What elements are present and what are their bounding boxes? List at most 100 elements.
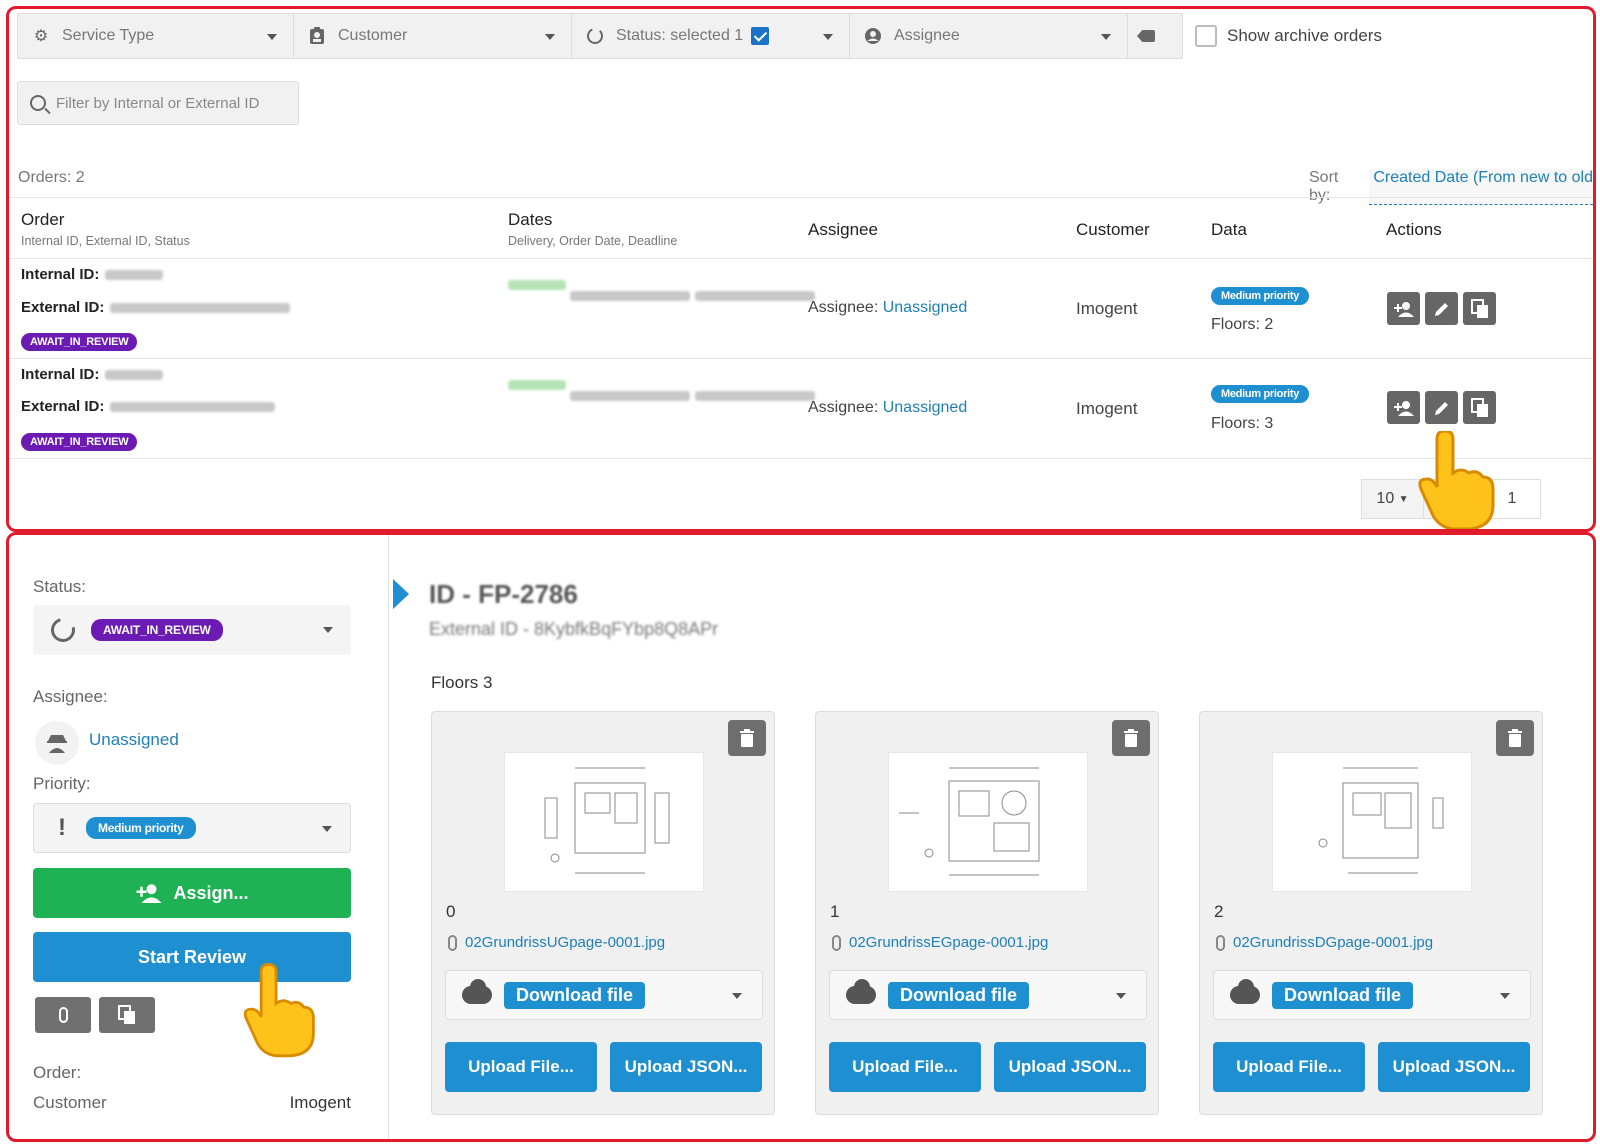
upload-file-button[interactable]: Upload File... xyxy=(1213,1042,1365,1092)
attach-button[interactable] xyxy=(35,997,91,1033)
chevron-down-icon xyxy=(1101,34,1111,40)
status-select[interactable]: AWAIT_IN_REVIEW xyxy=(33,605,351,655)
upload-file-button[interactable]: Upload File... xyxy=(829,1042,981,1092)
col-actions: Actions xyxy=(1386,220,1442,239)
chevron-down-icon xyxy=(823,34,833,40)
floor-file-link[interactable]: 02GrundrissUGpage-0001.jpg xyxy=(448,934,665,951)
upload-json-button[interactable]: Upload JSON... xyxy=(610,1042,762,1092)
cloud-download-icon xyxy=(462,979,492,1004)
floors-count: Floors: 3 xyxy=(1211,415,1274,432)
filter-bar: ⚙ Service Type Customer Status: selected… xyxy=(17,13,1183,59)
pencil-icon xyxy=(1434,302,1448,316)
orders-list-panel: ⚙ Service Type Customer Status: selected… xyxy=(6,6,1596,532)
chevron-down-icon xyxy=(1500,993,1510,999)
delete-floor-button[interactable] xyxy=(728,720,766,756)
upload-file-button[interactable]: Upload File... xyxy=(445,1042,597,1092)
floorplan-thumbnail[interactable] xyxy=(504,752,704,892)
assignee-link[interactable]: Unassigned xyxy=(883,299,968,316)
user-circle-icon xyxy=(864,27,882,45)
add-user-icon xyxy=(1393,301,1414,317)
redacted-text xyxy=(508,379,566,390)
col-assignee: Assignee xyxy=(808,220,878,239)
paperclip-icon xyxy=(58,1007,68,1023)
priority-select[interactable]: ! Medium priority xyxy=(33,803,351,853)
trash-icon xyxy=(740,729,754,747)
cloud-download-icon xyxy=(846,979,876,1004)
table-row[interactable]: Internal ID: External ID: AWAIT_IN_REVIE… xyxy=(9,260,1593,359)
priority-label: Priority: xyxy=(33,774,91,793)
gear-icon: ⚙ xyxy=(33,28,49,45)
order-sidebar: Status: AWAIT_IN_REVIEW Assignee: Unassi… xyxy=(9,535,389,1139)
customer-filter[interactable]: Customer xyxy=(294,14,572,58)
table-header: Order Internal ID, External ID, Status D… xyxy=(9,197,1593,259)
copy-icon xyxy=(1470,397,1488,417)
priority-badge: Medium priority xyxy=(86,817,196,839)
paperclip-icon xyxy=(448,934,457,951)
assignee-link[interactable]: Unassigned xyxy=(883,399,968,416)
floor-file-link[interactable]: 02GrundrissEGpage-0001.jpg xyxy=(832,934,1048,951)
redacted-text xyxy=(694,391,815,401)
assignee-link[interactable]: Unassigned xyxy=(89,730,179,750)
floorplan-thumbnail[interactable] xyxy=(1272,752,1472,892)
chevron-down-icon xyxy=(322,826,332,832)
assign-user-button[interactable] xyxy=(1387,292,1420,325)
spinner-icon xyxy=(46,613,80,647)
archive-checkbox[interactable] xyxy=(1195,25,1217,47)
edit-button[interactable] xyxy=(1425,292,1458,325)
download-file-select[interactable]: Download file xyxy=(829,970,1147,1020)
floor-index: 1 xyxy=(830,902,840,921)
checkbox-checked-icon xyxy=(751,27,770,45)
download-file-select[interactable]: Download file xyxy=(445,970,763,1020)
redacted-text xyxy=(570,391,691,401)
search-input[interactable] xyxy=(56,94,286,112)
copy-button[interactable] xyxy=(1463,391,1496,424)
customer-cell: Imogent xyxy=(1076,299,1138,318)
floor-index: 2 xyxy=(1214,902,1224,921)
col-data: Data xyxy=(1211,220,1247,239)
delete-floor-button[interactable] xyxy=(1112,720,1150,756)
spinner-icon xyxy=(586,27,604,45)
download-file-select[interactable]: Download file xyxy=(1213,970,1531,1020)
table-row[interactable]: Internal ID: External ID: AWAIT_IN_REVIE… xyxy=(9,360,1593,459)
floor-card: 2 02GrundrissDGpage-0001.jpg Download fi… xyxy=(1199,711,1543,1115)
show-archive-toggle[interactable]: Show archive orders xyxy=(1195,25,1382,47)
copy-button[interactable] xyxy=(1463,292,1496,325)
assign-button[interactable]: Assign... xyxy=(33,868,351,918)
status-label: Status: xyxy=(33,577,86,596)
orders-count: Orders: 2 xyxy=(18,169,85,186)
order-detail-panel: Status: AWAIT_IN_REVIEW Assignee: Unassi… xyxy=(6,532,1596,1142)
collapse-arrow-icon[interactable] xyxy=(393,579,409,609)
assignee-filter[interactable]: Assignee xyxy=(850,14,1128,58)
status-badge: AWAIT_IN_REVIEW xyxy=(21,433,138,451)
clear-filters-button[interactable] xyxy=(1128,14,1164,58)
exclamation-icon: ! xyxy=(58,814,66,841)
floor-file-link[interactable]: 02GrundrissDGpage-0001.jpg xyxy=(1216,934,1433,951)
pointer-hand-icon xyxy=(243,963,315,1058)
paperclip-icon xyxy=(1216,934,1225,951)
upload-json-button[interactable]: Upload JSON... xyxy=(1378,1042,1530,1092)
status-badge: AWAIT_IN_REVIEW xyxy=(91,619,223,641)
upload-json-button[interactable]: Upload JSON... xyxy=(994,1042,1146,1092)
floorplan-thumbnail[interactable] xyxy=(888,752,1088,892)
assignee-label: Assignee: xyxy=(33,687,108,706)
status-filter[interactable]: Status: selected 1 xyxy=(572,14,850,58)
dates-cell xyxy=(508,268,815,301)
service-type-filter[interactable]: ⚙ Service Type xyxy=(18,14,294,58)
trash-icon xyxy=(1124,729,1138,747)
assign-user-button[interactable] xyxy=(1387,391,1420,424)
incognito-user-icon xyxy=(47,735,67,753)
search-box xyxy=(17,81,299,125)
customer-cell: Imogent xyxy=(1076,399,1138,418)
backspace-icon xyxy=(1137,30,1155,42)
chevron-down-icon xyxy=(1116,993,1126,999)
redacted-text xyxy=(694,291,815,301)
add-user-icon xyxy=(136,884,162,903)
copy-button[interactable] xyxy=(99,997,155,1033)
copy-icon xyxy=(1470,298,1488,318)
cloud-download-icon xyxy=(1230,979,1260,1004)
trash-icon xyxy=(1508,729,1522,747)
delete-floor-button[interactable] xyxy=(1496,720,1534,756)
floors-count: Floors: 2 xyxy=(1211,316,1274,333)
priority-badge: Medium priority xyxy=(1211,385,1310,403)
edit-button[interactable] xyxy=(1425,391,1458,424)
